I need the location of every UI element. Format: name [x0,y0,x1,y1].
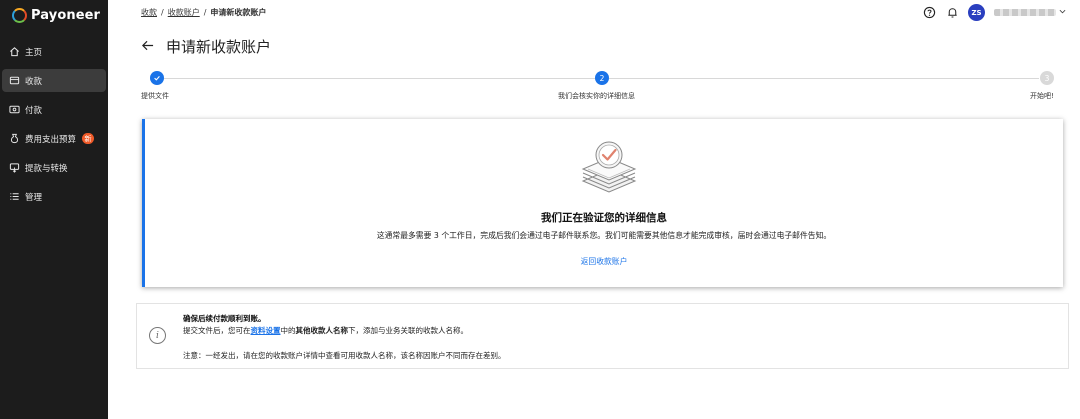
checkmark-icon [154,76,160,81]
logo-text: Payoneer [31,7,101,23]
verification-card: 我们正在验证您的详细信息 这通常最多需要 3 个工作日，完成后我们会通过电子邮件… [142,119,1063,287]
card-title: 我们正在验证您的详细信息 [541,212,667,224]
help-circle-icon[interactable] [922,6,936,20]
chevron-down-icon [1059,8,1066,17]
withdraw-icon [8,161,21,174]
user-menu[interactable] [994,8,1066,17]
avatar[interactable]: ZS [968,4,985,21]
new-badge: 新 [82,133,95,144]
pay-icon [8,103,21,116]
step-1-label: 提供文件 [141,92,169,100]
info-title: 确保后续付款顺利到账。 [183,314,266,323]
breadcrumb-link-accounts[interactable]: 收款账户 [168,7,200,18]
sidebar-item-manage[interactable]: 管理 [2,185,106,208]
step-3-label: 开始吧! [1030,92,1054,100]
info-text-part: 下，添加与业务关联的收款人名称。 [348,326,468,335]
step-2-label: 我们会核实你的详细信息 [558,92,635,100]
breadcrumb-link-receive[interactable]: 收款 [141,7,157,18]
payoneer-logo[interactable]: Payoneer [12,6,100,24]
info-text-part: 中的 [280,326,296,335]
step-3-todo: 3 [1040,71,1054,85]
sidebar-item-budget[interactable]: 费用支出预算 新 [2,127,106,150]
info-text-bold: 其他收款人名称 [295,326,349,335]
logo-ring-icon [12,7,27,23]
title-row: 申请新收款账户 [141,36,271,57]
breadcrumb-current: 申请新收款账户 [210,8,267,17]
user-name-blurred [994,9,1056,16]
step-1-complete [150,71,164,85]
stepper-line [609,78,1039,79]
info-notice: i 确保后续付款顺利到账。 提交文件后，您可在资料设置中的其他收款人名称下，添加… [136,303,1069,369]
breadcrumb-separator: / [161,8,164,17]
card-description: 这通常最多需要 3 个工作日，完成后我们会通过电子邮件联系您。我们可能需要其他信… [376,231,832,240]
breadcrumb: 收款 / 收款账户 / 申请新收款账户 [141,7,266,18]
app-root: Payoneer 主页 收款 付款 费用支出预算 新 提款与转换 管理 收款 /… [0,0,1080,419]
header-actions: ZS [922,4,1066,21]
profile-settings-link[interactable]: 资料设置 [251,326,281,335]
sidebar-item-label: 管理 [25,192,43,203]
info-note: 注意：一经发出，请在您的收款账户详情中查看可用收款人名称，该名称因账户不同而存在… [183,351,506,360]
receive-icon [8,74,21,87]
sidebar-item-label: 提款与转换 [25,163,68,174]
sidebar: Payoneer 主页 收款 付款 费用支出预算 新 提款与转换 管理 [0,0,108,419]
sidebar-item-pay[interactable]: 付款 [2,98,106,121]
sidebar-nav: 主页 收款 付款 费用支出预算 新 提款与转换 管理 [0,40,108,214]
sidebar-item-receive[interactable]: 收款 [2,69,106,92]
page-title: 申请新收款账户 [166,38,272,56]
sidebar-item-label: 费用支出预算 [25,134,77,145]
info-text: 提交文件后，您可在资料设置中的其他收款人名称下，添加与业务关联的收款人名称。 [183,325,468,336]
document-check-illustration [581,141,637,193]
budget-icon [8,132,21,145]
sidebar-item-label: 主页 [25,47,43,58]
manage-icon [8,190,21,203]
back-arrow-icon[interactable] [141,38,154,56]
stepper-line [157,78,601,79]
step-2-current: 2 [595,71,609,85]
sidebar-item-label: 付款 [25,105,43,116]
breadcrumb-separator: / [203,8,207,17]
info-icon: i [149,327,166,344]
bell-icon[interactable] [945,6,959,20]
sidebar-item-label: 收款 [25,76,43,87]
sidebar-item-withdraw[interactable]: 提款与转换 [2,156,106,179]
info-text-part: 提交文件后，您可在 [183,326,251,335]
sidebar-item-home[interactable]: 主页 [2,40,106,63]
progress-stepper: 提供文件 2 我们会核实你的详细信息 3 开始吧! [141,70,1061,104]
home-icon [8,45,21,58]
back-to-accounts-link[interactable]: 返回收款账户 [145,256,1063,267]
